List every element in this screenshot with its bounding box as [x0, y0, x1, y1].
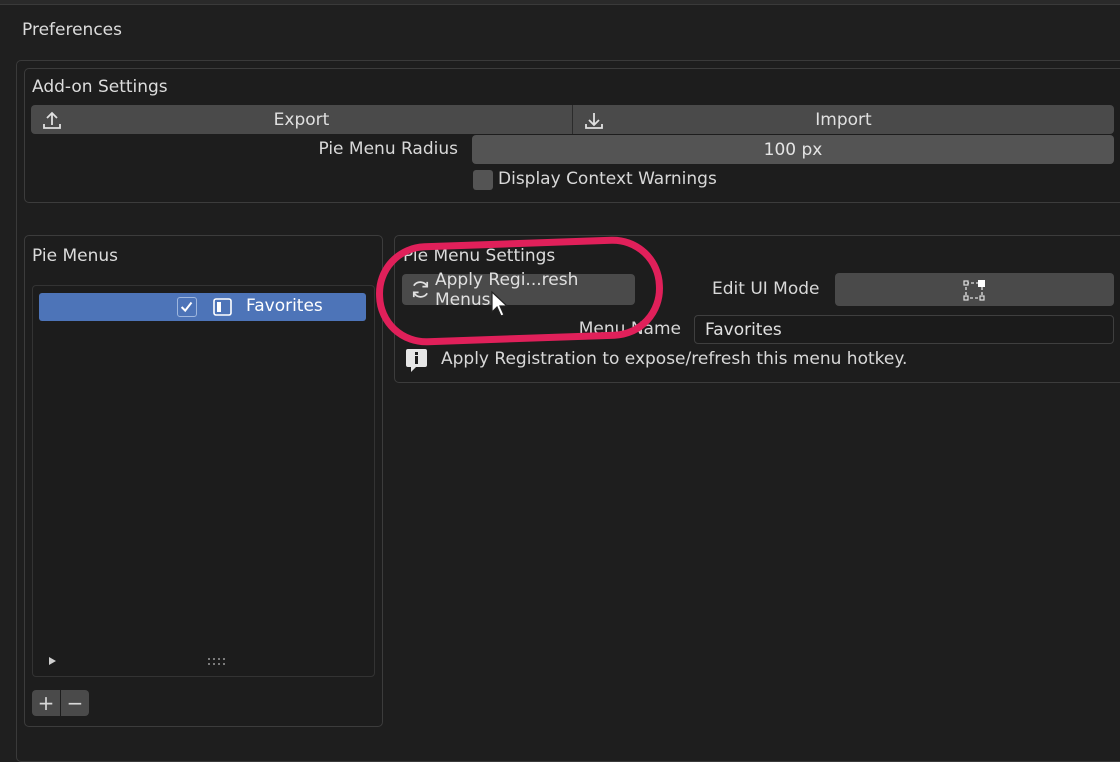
window-top-edge: [0, 0, 1120, 5]
context-warnings-label: Display Context Warnings: [498, 169, 717, 189]
checkmark-icon: [180, 301, 193, 313]
list-item-label: Favorites: [246, 296, 323, 316]
menu-name-field[interactable]: Favorites: [694, 315, 1114, 344]
menu-name-value: Favorites: [705, 319, 782, 340]
expand-triangle-icon[interactable]: [47, 655, 59, 667]
list-item[interactable]: Favorites: [39, 293, 366, 321]
mouse-cursor-icon: [491, 290, 509, 317]
enabled-checkbox[interactable]: [177, 297, 197, 317]
remove-pie-menu-button[interactable]: −: [61, 690, 89, 716]
highlight-ring: [374, 235, 665, 347]
import-label: Import: [815, 109, 872, 130]
edit-mode-icon: [962, 279, 985, 301]
addon-settings-heading: Add-on Settings: [32, 77, 168, 97]
edit-ui-mode-toggle[interactable]: [835, 273, 1114, 306]
window-title: Preferences: [22, 20, 122, 40]
export-icon: [43, 111, 61, 129]
import-icon: [585, 113, 603, 129]
export-button[interactable]: Export: [31, 105, 572, 134]
export-label: Export: [273, 109, 330, 130]
add-pie-menu-button[interactable]: +: [32, 690, 60, 716]
remove-label: −: [66, 691, 84, 715]
radius-label: Pie Menu Radius: [318, 139, 458, 159]
pie-menus-heading: Pie Menus: [32, 246, 118, 266]
radius-value: 100 px: [763, 139, 823, 160]
import-button[interactable]: Import: [572, 105, 1114, 134]
pie-menus-list[interactable]: [32, 285, 375, 677]
radius-field[interactable]: 100 px: [472, 135, 1114, 164]
edit-ui-mode-label: Edit UI Mode: [712, 279, 820, 299]
info-icon: [406, 349, 427, 372]
resize-grip-icon[interactable]: [207, 656, 227, 668]
add-label: +: [37, 691, 55, 715]
context-warnings-checkbox[interactable]: [473, 170, 493, 190]
info-text: Apply Registration to expose/refresh thi…: [441, 349, 908, 369]
pie-menu-icon: [213, 298, 232, 316]
